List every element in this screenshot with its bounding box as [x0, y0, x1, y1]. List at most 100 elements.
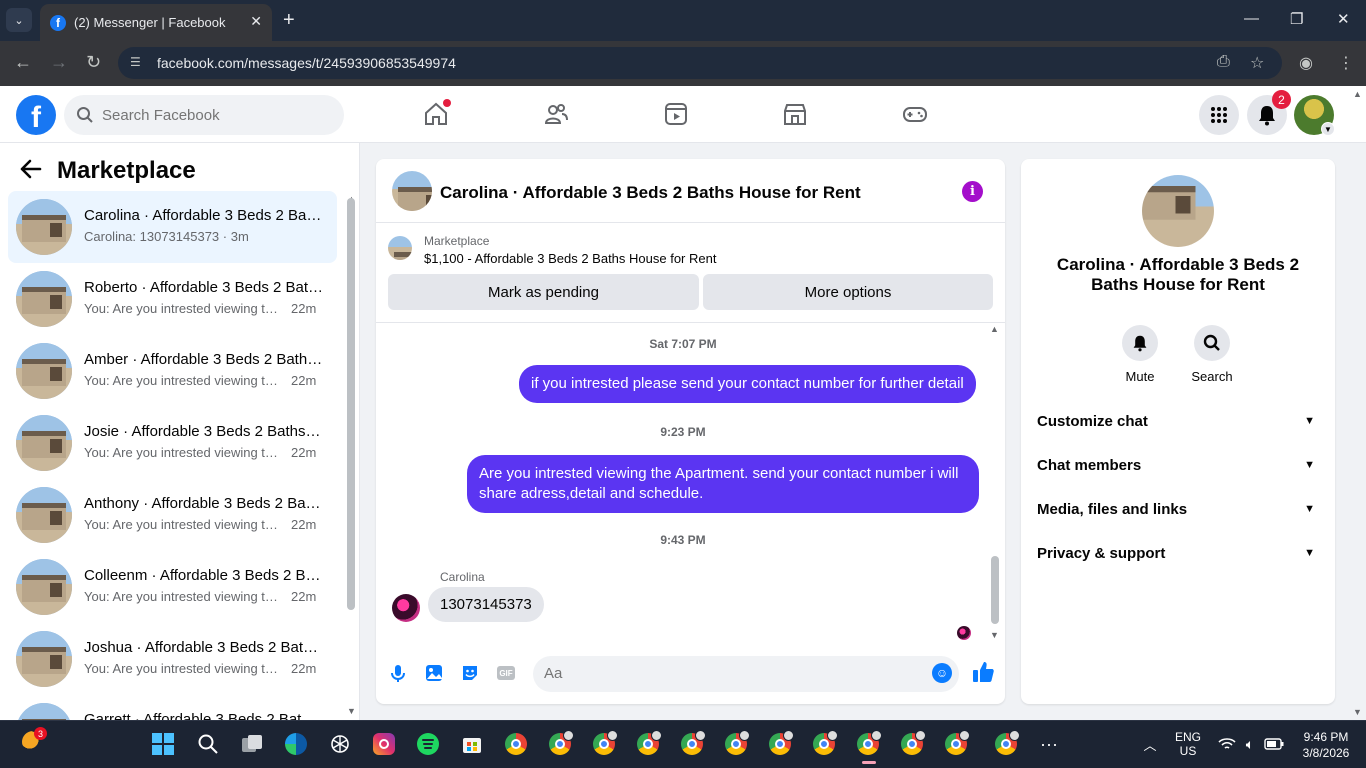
customize-chat-section[interactable]: Customize chat ▼ [1037, 413, 1319, 437]
chrome-icon[interactable] [503, 731, 529, 757]
info-icon[interactable]: i [962, 181, 983, 202]
chrome-profile-icon[interactable] [635, 730, 662, 757]
scroll-down-arrow[interactable]: ▼ [347, 706, 356, 716]
facebook-logo-icon[interactable]: f [16, 95, 56, 135]
marketplace-icon[interactable] [780, 99, 810, 129]
site-info-icon[interactable]: ☰ [130, 55, 148, 71]
show-hidden-icons-chevron-icon[interactable]: ︿ [1137, 731, 1163, 757]
page-scroll-down-arrow[interactable]: ▼ [1353, 707, 1362, 717]
search-input[interactable] [102, 106, 322, 124]
sender-avatar[interactable] [392, 594, 420, 622]
privacy-support-section[interactable]: Privacy & support ▼ [1037, 545, 1319, 569]
reload-button[interactable]: ↻ [86, 52, 101, 73]
chrome-profile-icon[interactable] [811, 730, 838, 757]
page-scroll-up-arrow[interactable]: ▲ [1353, 89, 1362, 99]
address-bar[interactable]: ☰ facebook.com/messages/t/24593906853549… [118, 47, 1282, 79]
photo-icon[interactable] [424, 663, 444, 683]
message-input[interactable] [544, 665, 914, 682]
chat-members-section[interactable]: Chat members ▼ [1037, 457, 1319, 481]
instagram-icon[interactable] [371, 731, 397, 757]
maximize-button[interactable]: ❐ [1290, 10, 1303, 28]
media-files-links-section[interactable]: Media, files and links ▼ [1037, 501, 1319, 525]
outgoing-message[interactable]: Are you intrested viewing the Apartment.… [467, 455, 979, 513]
clock-date: 3/8/2026 [1302, 746, 1350, 760]
conversation-item[interactable]: Colleenm · Affordable 3 Beds 2 Baths Hou… [8, 551, 337, 623]
chrome-profile-icon[interactable] [899, 730, 926, 757]
conversation-list-scrollbar[interactable] [347, 198, 355, 610]
menu-grid-button[interactable] [1199, 95, 1239, 135]
thumbs-up-icon[interactable] [972, 660, 994, 684]
gif-icon[interactable]: GIF [496, 663, 516, 683]
listing-title[interactable]: $1,100 - Affordable 3 Beds 2 Baths House… [424, 251, 716, 266]
new-tab-button[interactable]: + [283, 9, 295, 32]
install-app-icon[interactable]: ⎙ [1217, 53, 1230, 71]
chrome-profile-icon[interactable] [547, 730, 574, 757]
battery-icon[interactable] [1261, 731, 1287, 757]
chevron-down-icon[interactable]: ▼ [1321, 122, 1335, 136]
message-input-container[interactable] [533, 656, 959, 692]
gaming-icon[interactable] [900, 99, 930, 129]
conversation-item[interactable]: Anthony · Affordable 3 Beds 2 Baths Hous… [8, 479, 337, 551]
chrome-profile-icon[interactable] [767, 730, 794, 757]
browser-menu-icon[interactable]: ⋮ [1338, 53, 1354, 73]
chrome-profile-icon[interactable] [993, 730, 1020, 757]
listing-thumbnail[interactable] [388, 236, 412, 260]
clock[interactable]: 9:46 PM 3/8/2026 [1296, 730, 1356, 760]
task-view-icon[interactable] [239, 731, 265, 757]
more-apps-icon[interactable]: ··· [1036, 731, 1062, 757]
edge-browser-icon[interactable] [283, 731, 309, 757]
friends-icon[interactable] [541, 99, 571, 129]
search-icon[interactable] [195, 731, 221, 757]
conversation-item[interactable]: Joshua · Affordable 3 Beds 2 Baths House… [8, 623, 337, 695]
scroll-down-arrow[interactable]: ▼ [990, 630, 999, 640]
chrome-profile-icon[interactable] [679, 730, 706, 757]
chrome-profile-icon[interactable] [591, 730, 618, 757]
chrome-profile-icon[interactable] [855, 730, 882, 757]
emoji-icon[interactable]: ☺ [932, 663, 952, 683]
windows-start-icon[interactable] [150, 731, 176, 757]
tab-search-button[interactable]: ⌄ [6, 8, 32, 32]
microphone-icon[interactable] [388, 663, 408, 683]
forward-button[interactable]: → [50, 52, 68, 73]
search-in-conversation-button[interactable]: Search [1186, 325, 1238, 384]
gif-label: GIF [499, 668, 513, 678]
bookmark-star-icon[interactable]: ☆ [1250, 53, 1264, 73]
outgoing-message[interactable]: if you intrested please send your contac… [519, 365, 976, 403]
conversation-item[interactable]: Garrett · Affordable 3 Beds 2 Baths Hous… [8, 695, 337, 720]
home-icon[interactable] [421, 99, 451, 129]
more-options-button[interactable]: More options [703, 274, 993, 310]
tab-close-icon[interactable]: ✕ [250, 13, 262, 30]
conversation-item[interactable]: Josie · Affordable 3 Beds 2 Baths House … [8, 407, 337, 479]
back-arrow-icon[interactable] [20, 159, 42, 185]
input-language[interactable]: ENG US [1168, 730, 1208, 758]
mark-as-pending-button[interactable]: Mark as pending [388, 274, 699, 310]
thread-scrollbar[interactable] [991, 556, 999, 624]
volume-icon[interactable]: 🔈︎ [1237, 731, 1263, 757]
scroll-up-arrow[interactable]: ▲ [990, 324, 999, 334]
browser-tab[interactable]: f (2) Messenger | Facebook ✕ [40, 4, 272, 41]
chat-title[interactable]: Carolina · Affordable 3 Beds 2 Baths Hou… [440, 183, 861, 203]
back-button[interactable]: ← [14, 52, 32, 73]
minimize-button[interactable]: — [1244, 10, 1259, 27]
conversation-name: Joshua · Affordable 3 Beds 2 Baths House… [84, 639, 324, 656]
mute-button[interactable]: Mute [1114, 325, 1166, 384]
search-icon [76, 106, 94, 124]
close-window-button[interactable]: ✕ [1337, 10, 1350, 28]
chat-avatar[interactable] [392, 171, 432, 211]
chrome-profile-icon[interactable] [943, 730, 970, 757]
incoming-message[interactable]: 13073145373 [428, 587, 544, 622]
chatgpt-icon[interactable] [327, 731, 353, 757]
clock-time: 9:46 PM [1303, 730, 1349, 744]
microsoft-store-icon[interactable] [459, 731, 485, 757]
conversation-item[interactable]: Amber · Affordable 3 Beds 2 Baths House … [8, 335, 337, 407]
spotify-icon[interactable] [415, 731, 441, 757]
conversation-item[interactable]: Carolina · Affordable 3 Beds 2 Baths Hou… [8, 191, 337, 263]
weather-widget-icon[interactable]: 3 [20, 727, 47, 755]
profile-icon[interactable]: ◉ [1299, 53, 1313, 73]
conversation-item[interactable]: Roberto · Affordable 3 Beds 2 Baths Hous… [8, 263, 337, 335]
sticker-icon[interactable] [460, 663, 480, 683]
chrome-profile-icon[interactable] [723, 730, 750, 757]
conversation-avatar[interactable] [1142, 175, 1214, 247]
video-icon[interactable] [661, 99, 691, 129]
facebook-search[interactable] [64, 95, 344, 135]
